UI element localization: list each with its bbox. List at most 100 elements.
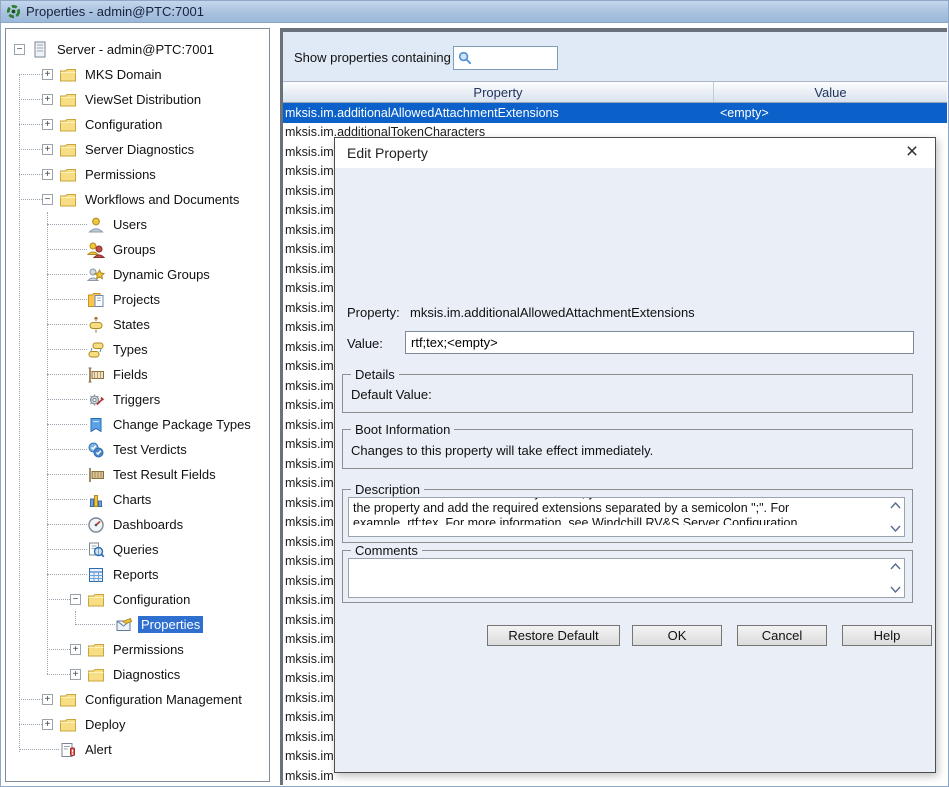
tree-item-label: Server Diagnostics — [82, 141, 197, 158]
search-box[interactable] — [453, 46, 558, 70]
tree-item-properties[interactable]: Properties — [6, 612, 269, 637]
tree-item-users[interactable]: Users — [6, 212, 269, 237]
property-name: mksis.im — [285, 496, 334, 510]
tree-item-label: Types — [110, 341, 151, 358]
tree-item-change-package-types[interactable]: Change Package Types — [6, 412, 269, 437]
tree-item-server-admin-ptc-7001[interactable]: −Server - admin@PTC:7001 — [6, 37, 269, 62]
value-input[interactable] — [405, 331, 914, 354]
collapse-icon[interactable]: − — [14, 44, 25, 55]
tree-connector — [47, 349, 87, 350]
tree-item-configuration-management[interactable]: +Configuration Management — [6, 687, 269, 712]
expand-icon[interactable]: + — [42, 144, 53, 155]
expand-icon[interactable]: + — [42, 719, 53, 730]
tree-item-reports[interactable]: Reports — [6, 562, 269, 587]
tree-item-dashboards[interactable]: Dashboards — [6, 512, 269, 537]
ok-button[interactable]: OK — [632, 625, 722, 646]
scroll-down-icon[interactable] — [890, 525, 901, 532]
collapse-icon[interactable]: − — [70, 594, 81, 605]
expand-icon[interactable]: + — [42, 694, 53, 705]
tree-item-test-verdicts[interactable]: Test Verdicts — [6, 437, 269, 462]
tree-item-projects[interactable]: Projects — [6, 287, 269, 312]
tree-connector — [75, 624, 115, 625]
property-row[interactable]: mksis.im.additionalAllowedAttachmentExte… — [283, 103, 947, 123]
tree-connector — [47, 574, 87, 575]
restore-default-button[interactable]: Restore Default — [487, 625, 620, 646]
tree-item-test-result-fields[interactable]: Test Result Fields — [6, 462, 269, 487]
tree-item-label: Reports — [110, 566, 162, 583]
expand-icon[interactable]: + — [70, 644, 81, 655]
server-icon — [31, 41, 50, 59]
tree-item-server-diagnostics[interactable]: + Server Diagnostics — [6, 137, 269, 162]
tree-item-diagnostics[interactable]: +Diagnostics — [6, 662, 269, 687]
tree-item-groups[interactable]: Groups — [6, 237, 269, 262]
tree-connector — [47, 299, 87, 300]
folder-icon — [59, 91, 78, 109]
scroll-up-icon[interactable] — [890, 502, 901, 509]
tree-item-viewset-distribution[interactable]: + ViewSet Distribution — [6, 87, 269, 112]
folder-icon — [87, 641, 106, 659]
tree-item-states[interactable]: States — [6, 312, 269, 337]
tree-item-label: ViewSet Distribution — [82, 91, 204, 108]
tree-item-label: Alert — [82, 741, 115, 758]
tree-item-configuration[interactable]: + Configuration — [6, 112, 269, 137]
tree-item-label: Configuration — [110, 591, 193, 608]
tree-item-dynamic-groups[interactable]: Dynamic Groups — [6, 262, 269, 287]
scroll-up-icon[interactable] — [890, 563, 901, 570]
window-titlebar[interactable]: Properties - admin@PTC:7001 — [1, 1, 948, 23]
property-name: mksis.im — [285, 574, 334, 588]
tree-item-permissions[interactable]: +Permissions — [6, 637, 269, 662]
tree-item-label: Properties — [138, 616, 203, 633]
tree-item-mks-domain[interactable]: +MKS Domain — [6, 62, 269, 87]
tree-item-alert[interactable]: Alert — [6, 737, 269, 762]
property-value: mksis.im.additionalAllowedAttachmentExte… — [410, 305, 695, 320]
edit-property-dialog: Edit Property × Property: mksis.im.addit… — [334, 137, 936, 773]
property-name: mksis.im — [285, 301, 334, 315]
tree-item-configuration[interactable]: − Configuration — [6, 587, 269, 612]
property-name: mksis.im — [285, 554, 334, 568]
tree-item-label: Configuration — [82, 116, 165, 133]
tree-item-queries[interactable]: Queries — [6, 537, 269, 562]
expand-icon[interactable]: + — [42, 119, 53, 130]
tree-connector — [47, 499, 87, 500]
app-window: Properties - admin@PTC:7001 −Server - ad… — [0, 0, 949, 787]
close-icon[interactable]: × — [899, 139, 925, 165]
description-textarea[interactable]: file extensions that are allowed by defa… — [348, 497, 905, 537]
dialog-title: Edit Property — [347, 145, 428, 161]
tree-item-permissions[interactable]: + Permissions — [6, 162, 269, 187]
tree-item-label: Permissions — [82, 166, 159, 183]
search-input[interactable] — [476, 48, 556, 68]
dialog-titlebar[interactable]: Edit Property × — [335, 138, 935, 168]
tree-connector — [47, 274, 87, 275]
dashboard-icon — [87, 516, 106, 534]
test-verdict-icon — [87, 441, 106, 459]
folder-icon — [59, 66, 78, 84]
expand-icon[interactable]: + — [42, 169, 53, 180]
folder-icon — [59, 691, 78, 709]
tree-connector — [19, 74, 42, 75]
property-name: mksis.im — [285, 749, 334, 763]
expand-icon[interactable]: + — [70, 669, 81, 680]
property-name: mksis.im — [285, 340, 334, 354]
column-header-property[interactable]: Property — [283, 82, 714, 102]
project-icon — [87, 291, 106, 309]
expand-icon[interactable]: + — [42, 94, 53, 105]
tree-item-workflows-and-documents[interactable]: −Workflows and Documents — [6, 187, 269, 212]
collapse-icon[interactable]: − — [42, 194, 53, 205]
scroll-down-icon[interactable] — [890, 586, 901, 593]
column-header-value[interactable]: Value — [714, 82, 947, 102]
property-name: mksis.im — [285, 379, 334, 393]
tree-item-types[interactable]: Types — [6, 337, 269, 362]
dialog-body: Property: mksis.im.additionalAllowedAtta… — [335, 168, 935, 772]
expand-icon[interactable]: + — [42, 69, 53, 80]
tree-item-triggers[interactable]: Triggers — [6, 387, 269, 412]
state-icon — [87, 316, 106, 334]
help-button[interactable]: Help — [842, 625, 932, 646]
tree-item-fields[interactable]: Fields — [6, 362, 269, 387]
tree-connector — [47, 374, 87, 375]
tree-connector — [19, 199, 42, 200]
tree-item-charts[interactable]: Charts — [6, 487, 269, 512]
comments-textarea[interactable] — [348, 558, 905, 598]
tree-item-deploy[interactable]: +Deploy — [6, 712, 269, 737]
cancel-button[interactable]: Cancel — [737, 625, 827, 646]
property-name: mksis.im — [285, 184, 334, 198]
